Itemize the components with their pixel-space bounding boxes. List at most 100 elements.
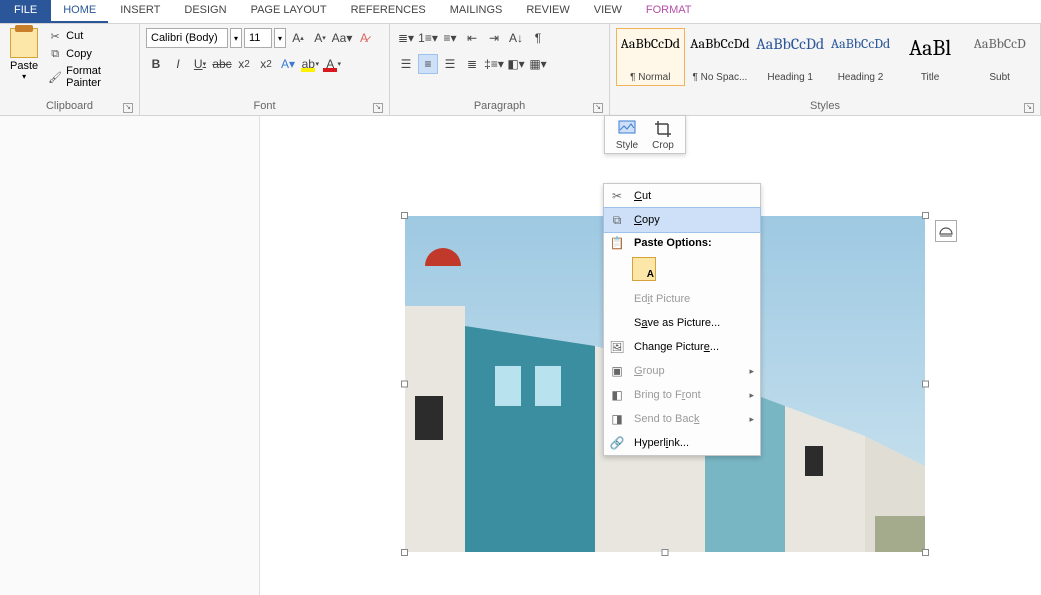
subscript-button[interactable]: x2 [234, 54, 254, 74]
tab-mailings[interactable]: MAILINGS [438, 0, 515, 23]
tab-insert[interactable]: INSERT [108, 0, 172, 23]
tab-references[interactable]: REFERENCES [339, 0, 438, 23]
font-launcher[interactable]: ↘ [373, 103, 383, 113]
grow-font-button[interactable]: A▴ [288, 28, 308, 48]
font-name-select[interactable]: Calibri (Body) [146, 28, 228, 48]
resize-handle-s[interactable] [662, 549, 669, 556]
font-size-dropdown[interactable]: ▾ [274, 28, 286, 48]
resize-handle-w[interactable] [401, 381, 408, 388]
copy-button[interactable]: ⧉ Copy [46, 46, 133, 62]
font-name-dropdown[interactable]: ▾ [230, 28, 242, 48]
increase-indent-button[interactable]: ⇥ [484, 28, 504, 48]
style-normal[interactable]: AaBbCcDd ¶ Normal [616, 28, 685, 86]
ctx-save-as-picture-label: Save as Picture... [634, 317, 720, 329]
scissors-icon: ✂ [48, 29, 62, 43]
tab-home[interactable]: HOME [51, 0, 108, 23]
ribbon: Paste ▾ ✂ Cut ⧉ Copy 🖌 Format Painter Cl [0, 24, 1041, 116]
group-icon: ▣ [608, 364, 626, 378]
resize-handle-se[interactable] [922, 549, 929, 556]
shading-button[interactable]: ◧▾ [506, 54, 526, 74]
align-center-button[interactable]: ≡ [418, 54, 438, 74]
multilevel-list-button[interactable]: ≡▾ [440, 28, 460, 48]
tab-format[interactable]: FORMAT [634, 0, 704, 23]
mini-crop-label: Crop [652, 140, 674, 151]
clipboard-icon: 📋 [608, 236, 626, 250]
mini-crop-button[interactable]: Crop [645, 119, 681, 152]
line-spacing-button[interactable]: ‡≡▾ [484, 54, 504, 74]
ctx-copy[interactable]: ⧉ Copy [604, 208, 760, 232]
resize-handle-e[interactable] [922, 381, 929, 388]
bring-front-icon: ◧ [608, 388, 626, 402]
tab-review[interactable]: REVIEW [514, 0, 581, 23]
ctx-hyperlink[interactable]: 🔗 Hyperlink... [604, 431, 760, 455]
style-preview: AaBbCcDd [621, 35, 681, 52]
context-menu: ✂ Cut ⧉ Copy 📋 Paste Options: A Edit Pic… [603, 183, 761, 456]
align-right-button[interactable]: ☰ [440, 54, 460, 74]
ctx-paste-keep-source[interactable]: A [632, 257, 656, 281]
style-no-spacing[interactable]: AaBbCcDd ¶ No Spac... [686, 28, 755, 86]
styles-launcher[interactable]: ↘ [1024, 103, 1034, 113]
sort-button[interactable]: A↓ [506, 28, 526, 48]
document-area: ⟳ [0, 116, 1041, 595]
ctx-edit-picture-label: Edit Picture [634, 293, 690, 305]
format-painter-button[interactable]: 🖌 Format Painter [46, 64, 133, 90]
font-size-input[interactable]: 11 [244, 28, 272, 48]
clipboard-launcher[interactable]: ↘ [123, 103, 133, 113]
paragraph-launcher[interactable]: ↘ [593, 103, 603, 113]
ctx-bring-to-front: ◧ Bring to Front ▸ [604, 383, 760, 407]
change-case-button[interactable]: Aa▾ [332, 28, 352, 48]
bullets-button[interactable]: ≣▾ [396, 28, 416, 48]
decrease-indent-button[interactable]: ⇤ [462, 28, 482, 48]
ctx-paste-options-label: Paste Options: [634, 237, 712, 249]
copy-icon: ⧉ [608, 213, 626, 228]
style-heading-2[interactable]: AaBbCcDd Heading 2 [826, 28, 895, 86]
ctx-save-as-picture[interactable]: Save as Picture... [604, 311, 760, 335]
justify-button[interactable]: ≣ [462, 54, 482, 74]
ctx-edit-picture: Edit Picture [604, 287, 760, 311]
style-subtitle[interactable]: AaBbCcD Subt [965, 28, 1034, 86]
show-hide-button[interactable]: ¶ [528, 28, 548, 48]
italic-button[interactable]: I [168, 54, 188, 74]
paste-button[interactable]: Paste ▾ [6, 26, 42, 83]
resize-handle-ne[interactable] [922, 212, 929, 219]
tab-page-layout[interactable]: PAGE LAYOUT [239, 0, 339, 23]
ctx-change-picture[interactable]: 🖼 Change Picture... [604, 335, 760, 359]
ctx-cut[interactable]: ✂ Cut [604, 184, 760, 208]
tab-file[interactable]: FILE [0, 0, 51, 23]
navigation-pane [0, 116, 260, 595]
align-left-button[interactable]: ☰ [396, 54, 416, 74]
text-effects-button[interactable]: A▾ [278, 54, 298, 74]
resize-handle-nw[interactable] [401, 212, 408, 219]
bold-button[interactable]: B [146, 54, 166, 74]
style-title[interactable]: AaBl Title [896, 28, 965, 86]
mini-style-label: Style [616, 140, 638, 151]
paragraph-group-label: Paragraph ↘ [396, 98, 603, 115]
strikethrough-button[interactable]: abc [212, 54, 232, 74]
style-heading-1[interactable]: AaBbCcDd Heading 1 [755, 28, 825, 86]
clipboard-icon [10, 28, 38, 58]
ctx-cut-label: Cut [634, 190, 651, 202]
clear-formatting-button[interactable]: A̷ [354, 28, 374, 48]
tab-view[interactable]: VIEW [582, 0, 634, 23]
resize-handle-sw[interactable] [401, 549, 408, 556]
shrink-font-button[interactable]: A▾ [310, 28, 330, 48]
ctx-copy-label: Copy [634, 214, 660, 226]
numbering-button[interactable]: 1≡▾ [418, 28, 438, 48]
font-color-button[interactable]: A▾ [322, 54, 342, 74]
borders-button[interactable]: ▦▾ [528, 54, 548, 74]
layout-options-icon [939, 224, 953, 238]
cut-button[interactable]: ✂ Cut [46, 28, 133, 44]
styles-group-label: Styles ↘ [616, 98, 1034, 115]
superscript-button[interactable]: x2 [256, 54, 276, 74]
underline-button[interactable]: U▾ [190, 54, 210, 74]
mini-style-button[interactable]: Style [609, 119, 645, 152]
layout-options-button[interactable] [935, 220, 957, 242]
highlight-button[interactable]: ab▾ [300, 54, 320, 74]
tab-design[interactable]: DESIGN [172, 0, 238, 23]
ctx-group: ▣ Group ▸ [604, 359, 760, 383]
paste-label: Paste [10, 60, 38, 72]
chevron-right-icon: ▸ [749, 366, 754, 377]
ctx-send-to-back: ◨ Send to Back ▸ [604, 407, 760, 431]
ctx-paste-options: A [604, 254, 760, 287]
paintbrush-icon: 🖌 [48, 70, 62, 84]
